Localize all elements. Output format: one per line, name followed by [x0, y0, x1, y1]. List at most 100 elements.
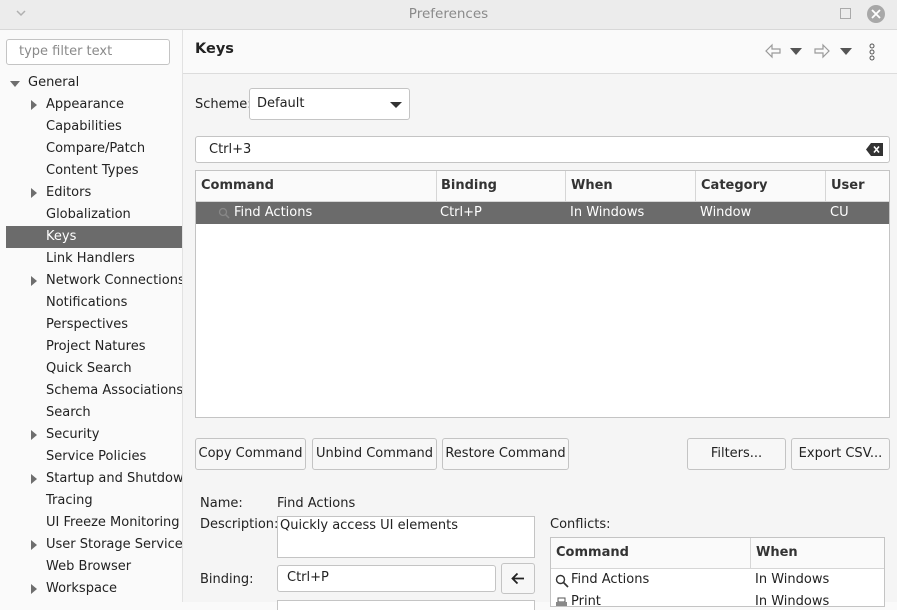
expand-arrow-icon[interactable] — [31, 584, 37, 594]
column-header-user[interactable]: User — [831, 178, 865, 193]
cell-when: In Windows — [755, 572, 830, 587]
tree-node-perspectives[interactable]: Perspectives — [0, 314, 182, 336]
tree-node-workspace[interactable]: Workspace — [0, 578, 182, 600]
expand-arrow-icon[interactable] — [31, 540, 37, 550]
tree-node-network-connections[interactable]: Network Connections — [0, 270, 182, 292]
binding-input[interactable]: Ctrl+P — [277, 565, 496, 592]
description-field[interactable]: Quickly access UI elements — [277, 516, 535, 558]
key-search-value: Ctrl+3 — [209, 142, 252, 157]
tree-node-user-storage-service[interactable]: User Storage Service — [0, 534, 182, 556]
conflicts-label: Conflicts: — [550, 517, 611, 532]
tree-node-content-types[interactable]: Content Types — [0, 160, 182, 182]
conflicts-table[interactable]: Command When Find Actions In Windows Pri… — [550, 537, 885, 607]
tree-node-label: Compare/Patch — [46, 141, 146, 156]
column-header-when[interactable]: When — [756, 545, 798, 560]
tree-node-general[interactable]: General — [0, 72, 182, 94]
tree-node-label: Web Browser — [46, 559, 132, 574]
collapse-arrow-icon[interactable] — [10, 81, 20, 87]
tree-node-notifications[interactable]: Notifications — [0, 292, 182, 314]
expand-arrow-icon[interactable] — [31, 276, 37, 286]
tree-node-label: Network Connections — [46, 273, 182, 288]
view-menu-icon[interactable] — [869, 43, 875, 61]
expand-arrow-icon[interactable] — [31, 100, 37, 110]
column-divider[interactable] — [695, 171, 696, 201]
column-divider[interactable] — [750, 538, 751, 568]
tree-node-label: Security — [46, 427, 100, 442]
column-header-when[interactable]: When — [571, 178, 613, 193]
cell-when: In Windows — [755, 594, 830, 607]
expand-arrow-icon[interactable] — [31, 474, 37, 484]
tree-node-search[interactable]: Search — [0, 402, 182, 424]
table-row[interactable]: Print In Windows — [551, 591, 884, 607]
tree-node-keys[interactable]: Keys — [6, 226, 182, 248]
tree-node-label: Perspectives — [46, 317, 129, 332]
back-history-dropdown-icon[interactable] — [790, 48, 802, 56]
expand-arrow-icon[interactable] — [31, 430, 37, 440]
scheme-select[interactable]: Default — [249, 88, 410, 120]
tree-node-startup-and-shutdown[interactable]: Startup and Shutdown — [0, 468, 182, 490]
close-button[interactable] — [867, 5, 885, 23]
key-search-input[interactable]: Ctrl+3 — [195, 136, 890, 163]
tree-node-editors[interactable]: Editors — [0, 182, 182, 204]
copy-command-button[interactable]: Copy Command — [195, 438, 306, 470]
tree-node-label: Editors — [46, 185, 92, 200]
tree-node-compare-patch[interactable]: Compare/Patch — [0, 138, 182, 160]
tree-node-label: Content Types — [46, 163, 139, 178]
filters-button[interactable]: Filters... — [687, 438, 786, 470]
tree-node-ui-freeze-monitoring[interactable]: UI Freeze Monitoring — [0, 512, 182, 534]
tree-node-capabilities[interactable]: Capabilities — [0, 116, 182, 138]
column-header-binding[interactable]: Binding — [441, 178, 497, 193]
bindings-table[interactable]: Command Binding When Category User Find … — [195, 170, 890, 418]
clear-search-icon[interactable] — [866, 143, 883, 156]
column-divider[interactable] — [565, 171, 566, 201]
back-arrow-icon[interactable] — [764, 43, 782, 59]
cell-command: Find Actions — [571, 572, 650, 587]
tree-node-label: Workspace — [46, 581, 118, 596]
dropdown-arrow-icon — [390, 102, 402, 108]
export-csv-button[interactable]: Export CSV... — [791, 438, 890, 470]
preferences-sidebar: type filter text General Appearance Capa… — [0, 30, 183, 602]
column-header-command[interactable]: Command — [201, 178, 274, 193]
tree-node-tracing[interactable]: Tracing — [0, 490, 182, 512]
tree-node-appearance[interactable]: Appearance — [0, 94, 182, 116]
tree-node-link-handlers[interactable]: Link Handlers — [0, 248, 182, 270]
column-header-category[interactable]: Category — [701, 178, 767, 193]
cell-user: CU — [830, 205, 849, 220]
tree-node-schema-associations[interactable]: Schema Associations — [0, 380, 182, 402]
tree-node-label: Keys — [46, 229, 77, 244]
tree-node-label: Tracing — [46, 493, 93, 508]
tree-node-security[interactable]: Security — [0, 424, 182, 446]
tree-node-web-browser[interactable]: Web Browser — [0, 556, 182, 578]
column-divider[interactable] — [825, 171, 826, 201]
column-divider[interactable] — [436, 171, 437, 201]
tree-node-project-natures[interactable]: Project Natures — [0, 336, 182, 358]
column-header-command[interactable]: Command — [556, 545, 629, 560]
table-row[interactable]: Find Actions In Windows — [551, 569, 884, 591]
table-row[interactable]: Find Actions Ctrl+P In Windows Window CU — [196, 202, 889, 224]
printer-icon — [556, 597, 567, 606]
keys-page: Keys Scheme: Default Ctrl+3 Command Bind… — [183, 30, 897, 610]
forward-history-dropdown-icon[interactable] — [840, 48, 852, 56]
maximize-button[interactable] — [840, 8, 851, 19]
search-icon — [555, 574, 569, 588]
table-header: Command Binding When Category User — [196, 171, 889, 202]
cell-command: Find Actions — [234, 205, 313, 220]
restore-command-button[interactable]: Restore Command — [442, 438, 569, 470]
tree-node-label: Startup and Shutdown — [46, 471, 182, 486]
tree-node-quick-search[interactable]: Quick Search — [0, 358, 182, 380]
tree-node-globalization[interactable]: Globalization — [0, 204, 182, 226]
tree-node-label: Notifications — [46, 295, 128, 310]
expand-arrow-icon[interactable] — [31, 188, 37, 198]
forward-arrow-icon[interactable] — [813, 43, 831, 59]
tree-node-label: Link Handlers — [46, 251, 135, 266]
filter-input[interactable]: type filter text — [6, 39, 170, 65]
tree-node-label: User Storage Service — [46, 537, 182, 552]
description-label: Description: — [200, 517, 279, 532]
tree-node-label: Service Policies — [46, 449, 147, 464]
tree-node-label: Project Natures — [46, 339, 146, 354]
unbind-command-button[interactable]: Unbind Command — [312, 438, 437, 470]
tree-node-service-policies[interactable]: Service Policies — [0, 446, 182, 468]
title-bar: Preferences — [0, 0, 897, 30]
binding-menu-button[interactable] — [501, 563, 535, 594]
tree-node-label: Quick Search — [46, 361, 132, 376]
